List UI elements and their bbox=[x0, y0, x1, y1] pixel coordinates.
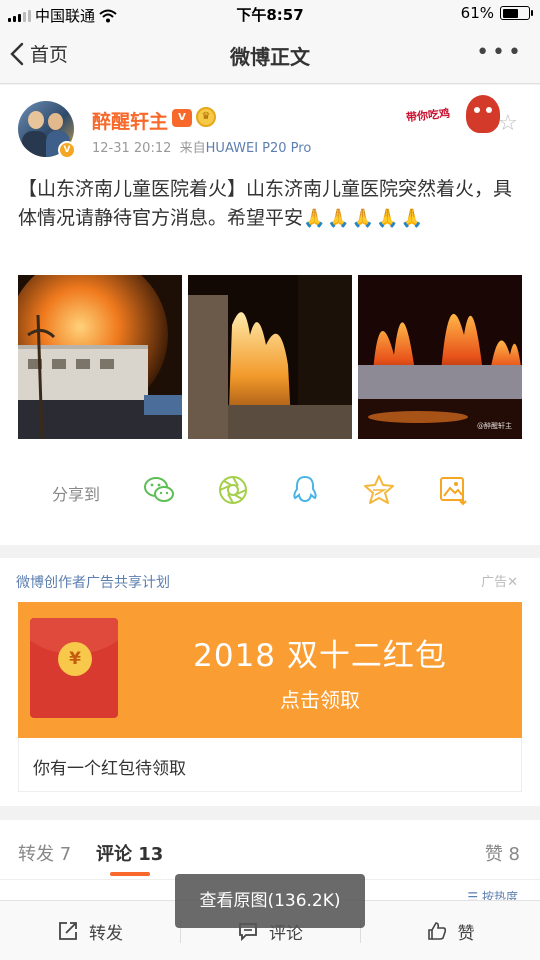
repost-label: 转发 bbox=[89, 923, 123, 944]
interaction-tabs: 转发 7 评论 13 赞 8 bbox=[0, 820, 540, 880]
photo-grid: @醉醒轩主 bbox=[18, 275, 522, 439]
repost-button[interactable]: 转发 bbox=[0, 901, 180, 960]
ad-description-box[interactable]: 你有一个红包待领取 bbox=[18, 738, 522, 792]
ad-card: 微博创作者广告共享计划 广告✕ ¥ 2018 双十二红包 点击领取 你有一个红包… bbox=[0, 558, 540, 806]
status-right: 61% bbox=[460, 4, 533, 22]
post-text-main: 【山东济南儿童医院着火】山东济南儿童医院突然着火，具体情况请静待官方消息。希望平… bbox=[18, 178, 513, 229]
photo-thumbnail-2[interactable] bbox=[188, 275, 352, 439]
tab-reposts[interactable]: 转发 7 bbox=[18, 840, 71, 866]
like-button[interactable]: 赞 bbox=[360, 901, 540, 960]
photo-thumbnail-3[interactable]: @醉醒轩主 bbox=[358, 275, 522, 439]
post-date: 12-31 20:12 bbox=[92, 141, 172, 156]
ad-description: 你有一个红包待领取 bbox=[33, 759, 186, 779]
medal-badge-icon: ♛ bbox=[196, 107, 216, 127]
ad-tag-label: 广告 bbox=[481, 575, 508, 590]
more-options-button[interactable]: ••• bbox=[476, 40, 524, 65]
save-image-icon[interactable] bbox=[436, 473, 470, 507]
weibo-post: V 醉醒轩主 V ♛ 12-31 20:12 来自HUAWEI P20 Pro … bbox=[0, 85, 540, 545]
verified-badge-icon: V bbox=[58, 141, 76, 159]
ad-program-link[interactable]: 微博创作者广告共享计划 bbox=[16, 572, 170, 592]
vip-badge-icon: V bbox=[172, 109, 192, 127]
ad-close-button[interactable]: 广告✕ bbox=[481, 571, 518, 590]
sort-by-hot-button[interactable]: ☰ 按热度 bbox=[467, 888, 518, 900]
close-icon: ✕ bbox=[507, 575, 518, 590]
decoration-sticker: 带你吃鸡 bbox=[405, 95, 506, 135]
repost-icon bbox=[59, 922, 77, 940]
view-original-image-button[interactable]: 查看原图(136.2K) bbox=[175, 874, 365, 928]
photo-thumbnail-1[interactable] bbox=[18, 275, 182, 439]
ad-cta: 点击领取 bbox=[280, 688, 360, 712]
battery-icon bbox=[500, 6, 533, 20]
nav-bar: 首页 微博正文 ••• bbox=[0, 28, 540, 84]
pray-emoji-icons: 🙏🙏🙏🙏🙏 bbox=[303, 208, 426, 229]
post-source[interactable]: HUAWEI P20 Pro bbox=[206, 141, 312, 156]
sticker-text: 带你吃鸡 bbox=[405, 106, 451, 125]
photo-watermark: @醉醒轩主 bbox=[477, 422, 512, 430]
share-label: 分享到 bbox=[52, 485, 101, 504]
battery-percent: 61% bbox=[460, 4, 494, 22]
status-bar: 中国联通 下午8:57 61% bbox=[0, 0, 540, 28]
sticker-character-icon bbox=[466, 95, 500, 133]
username[interactable]: 醉醒轩主 bbox=[92, 107, 168, 134]
qq-icon[interactable] bbox=[288, 473, 322, 507]
ad-banner[interactable]: ¥ 2018 双十二红包 点击领取 bbox=[18, 602, 522, 738]
source-prefix: 来自 bbox=[179, 141, 206, 156]
red-envelope-icon: ¥ bbox=[30, 618, 118, 718]
favorite-star-icon[interactable]: ☆ bbox=[498, 111, 518, 136]
thumbs-up-icon bbox=[427, 922, 446, 940]
tab-likes[interactable]: 赞 8 bbox=[485, 840, 520, 866]
yuan-coin-icon: ¥ bbox=[58, 642, 92, 676]
post-meta: 12-31 20:12 来自HUAWEI P20 Pro bbox=[92, 137, 311, 156]
ad-headline: 2018 双十二红包 bbox=[193, 638, 447, 674]
moments-icon[interactable] bbox=[216, 473, 250, 507]
qzone-icon[interactable] bbox=[362, 473, 396, 507]
active-tab-indicator bbox=[110, 872, 150, 876]
share-row: 分享到 bbox=[0, 465, 540, 515]
page-title: 微博正文 bbox=[230, 45, 310, 69]
wechat-icon[interactable] bbox=[142, 473, 176, 507]
tab-comments[interactable]: 评论 13 bbox=[96, 840, 163, 866]
clock: 下午8:57 bbox=[236, 6, 304, 24]
like-label: 赞 bbox=[457, 923, 475, 944]
post-text: 【山东济南儿童医院着火】山东济南儿童医院突然着火，具体情况请静待官方消息。希望平… bbox=[18, 175, 518, 233]
